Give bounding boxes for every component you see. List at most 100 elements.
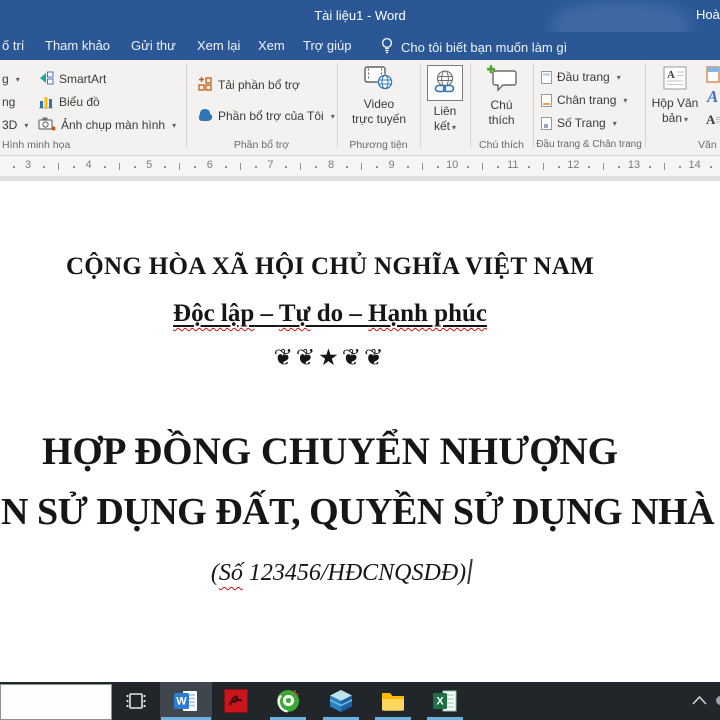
ruler-mark: 3 bbox=[24, 159, 32, 171]
ruler-mark bbox=[603, 163, 605, 170]
ruler-mark: 10 bbox=[446, 159, 459, 171]
text-cursor bbox=[467, 559, 473, 584]
page-number-icon bbox=[541, 116, 552, 130]
ruler-mark bbox=[73, 166, 75, 168]
quick-parts-icon[interactable] bbox=[706, 66, 720, 86]
taskbar-cube-app-icon[interactable] bbox=[317, 682, 365, 720]
page-number-button[interactable]: Số Trang ▾ bbox=[541, 114, 617, 132]
dropdown-arrow-icon: ▾ bbox=[172, 120, 177, 130]
link-button[interactable] bbox=[427, 65, 463, 101]
misspelled-word: Số bbox=[218, 560, 243, 586]
shapes-button[interactable]: g ▾ bbox=[2, 70, 20, 88]
footer-button[interactable]: Chân trang ▾ bbox=[541, 91, 627, 109]
ruler-mark bbox=[649, 166, 651, 168]
get-addins-button[interactable]: Tải phần bổ trợ bbox=[197, 76, 300, 94]
document-page[interactable]: CỘNG HÒA XÃ HỘI CHỦ NGHĨA VIỆT NAM Độc l… bbox=[0, 181, 720, 682]
ruler-mark bbox=[315, 166, 318, 168]
ruler-mark: 4 bbox=[85, 159, 92, 171]
text-box-icon: A bbox=[662, 66, 688, 94]
dropdown-arrow-icon: ▾ bbox=[452, 123, 457, 132]
ruler-mark: 14 bbox=[688, 159, 701, 171]
ruler-mark bbox=[194, 166, 197, 168]
dropdown-arrow-icon: ▾ bbox=[612, 118, 617, 128]
screenshot-button[interactable]: Ảnh chụp màn hình ▾ bbox=[38, 116, 176, 134]
taskbar-coccoc-browser-icon[interactable] bbox=[264, 682, 312, 720]
ribbon-tab-2[interactable]: Gửi thư bbox=[131, 38, 176, 53]
comment-plus-icon bbox=[486, 65, 518, 97]
icons-button[interactable]: ng bbox=[2, 93, 15, 111]
ruler-mark bbox=[43, 166, 45, 168]
group-label-text: Văn bả bbox=[698, 139, 720, 151]
ruler-mark bbox=[239, 163, 241, 170]
ribbon-tab-1[interactable]: Tham khảo bbox=[45, 38, 110, 53]
ruler-mark bbox=[421, 163, 423, 170]
addin-blob-icon bbox=[197, 107, 213, 126]
ribbon-tab-5[interactable]: Trợ giúp bbox=[303, 38, 352, 53]
ruler-mark bbox=[224, 166, 227, 168]
svg-text:A: A bbox=[667, 69, 675, 81]
ruler-mark: 6 bbox=[206, 159, 213, 171]
dropdown-arrow-icon: ▾ bbox=[330, 111, 335, 121]
ruler-mark: 11 bbox=[507, 159, 519, 171]
text-box-button[interactable]: A Hộp Văn bản ▾ bbox=[648, 65, 702, 127]
ruler-mark bbox=[679, 166, 681, 168]
ruler-mark bbox=[557, 166, 560, 168]
online-video-button[interactable]: Video trực tuyến bbox=[340, 64, 418, 127]
ruler-mark bbox=[164, 166, 167, 168]
ribbon: g ▾ ng 3D ▾ SmartArt Biểu đồ Ảnh chụp mà… bbox=[0, 60, 720, 156]
horizontal-ruler: 3 4 5 6 7 8 9 10 11 12 13 14 bbox=[0, 156, 720, 176]
group-label-media: Phương tiện bbox=[349, 139, 408, 151]
group-label-header-footer: Đầu trang & Chân trang bbox=[536, 139, 642, 150]
3d-models-button[interactable]: 3D ▾ bbox=[2, 116, 28, 134]
drop-cap-icon[interactable]: A≡ bbox=[706, 112, 720, 128]
ruler-mark: 5 bbox=[146, 159, 153, 171]
ruler-mark bbox=[376, 166, 378, 168]
smartart-icon bbox=[38, 70, 54, 89]
ruler-mark bbox=[664, 163, 665, 170]
account-name[interactable]: Hoà bbox=[696, 7, 720, 22]
show-hidden-icons-chevron[interactable] bbox=[692, 692, 707, 710]
ribbon-tab-0[interactable]: ố trí bbox=[2, 38, 24, 53]
ruler-mark bbox=[58, 163, 59, 170]
ruler-mark bbox=[406, 166, 409, 168]
ruler-mark bbox=[467, 166, 470, 168]
ruler-mark bbox=[179, 163, 181, 170]
ruler-mark: 7 bbox=[267, 159, 274, 171]
dropdown-arrow-icon: ▾ bbox=[616, 72, 621, 82]
taskbar-file-explorer-icon[interactable] bbox=[369, 682, 417, 720]
ribbon-tab-3[interactable]: Xem lại bbox=[197, 38, 240, 53]
ruler-mark bbox=[482, 163, 484, 170]
ruler-mark: 13 bbox=[627, 159, 641, 171]
doc-motto: Độc lập – Tự do – Hạnh phúc bbox=[0, 300, 660, 328]
taskbar-red-app-icon[interactable] bbox=[212, 682, 260, 720]
ruler-mark: 12 bbox=[567, 159, 580, 171]
taskbar-word-icon[interactable]: W bbox=[160, 682, 212, 720]
svg-text:X: X bbox=[436, 696, 444, 708]
wordart-icon[interactable]: A bbox=[707, 87, 718, 107]
tell-me-box[interactable]: Cho tôi biết bạn muốn làm gì bbox=[380, 37, 567, 57]
ruler-mark bbox=[285, 166, 288, 168]
doc-text: 123456/HĐCNQSDĐ) bbox=[242, 560, 467, 586]
taskbar-task-view-icon[interactable] bbox=[112, 682, 160, 720]
header-button[interactable]: Đầu trang ▾ bbox=[541, 68, 621, 86]
camera-icon bbox=[38, 116, 56, 134]
ribbon-tab-4[interactable]: Xem bbox=[258, 38, 285, 53]
smartart-button[interactable]: SmartArt bbox=[38, 70, 106, 88]
doc-contract-number: (Số 123456/HĐCNQSDĐ) bbox=[0, 559, 660, 587]
misspelled-word: Hạnh phúc bbox=[368, 300, 487, 327]
title-bar: Tài liệu1 - Word Hoà bbox=[0, 0, 720, 52]
taskbar-search-box[interactable] bbox=[0, 684, 112, 720]
ruler-mark: 9 bbox=[388, 159, 395, 171]
dropdown-arrow-icon: ▾ bbox=[24, 120, 29, 130]
taskbar-excel-icon[interactable]: X bbox=[421, 682, 469, 720]
my-addins-button[interactable]: Phần bổ trợ của Tôi ▾ bbox=[197, 107, 335, 125]
ruler-mark bbox=[436, 166, 439, 168]
comment-button[interactable]: Chú thích bbox=[470, 64, 533, 128]
chart-button[interactable]: Biểu đồ bbox=[38, 93, 100, 111]
ruler-mark bbox=[527, 166, 530, 168]
windows-taskbar: WX bbox=[0, 682, 720, 720]
link-button-label[interactable]: Liên kết ▾ bbox=[420, 104, 470, 135]
header-icon bbox=[541, 70, 552, 84]
tray-icon-clipped[interactable] bbox=[716, 696, 720, 705]
misspelled-word: Tự bbox=[278, 300, 311, 327]
